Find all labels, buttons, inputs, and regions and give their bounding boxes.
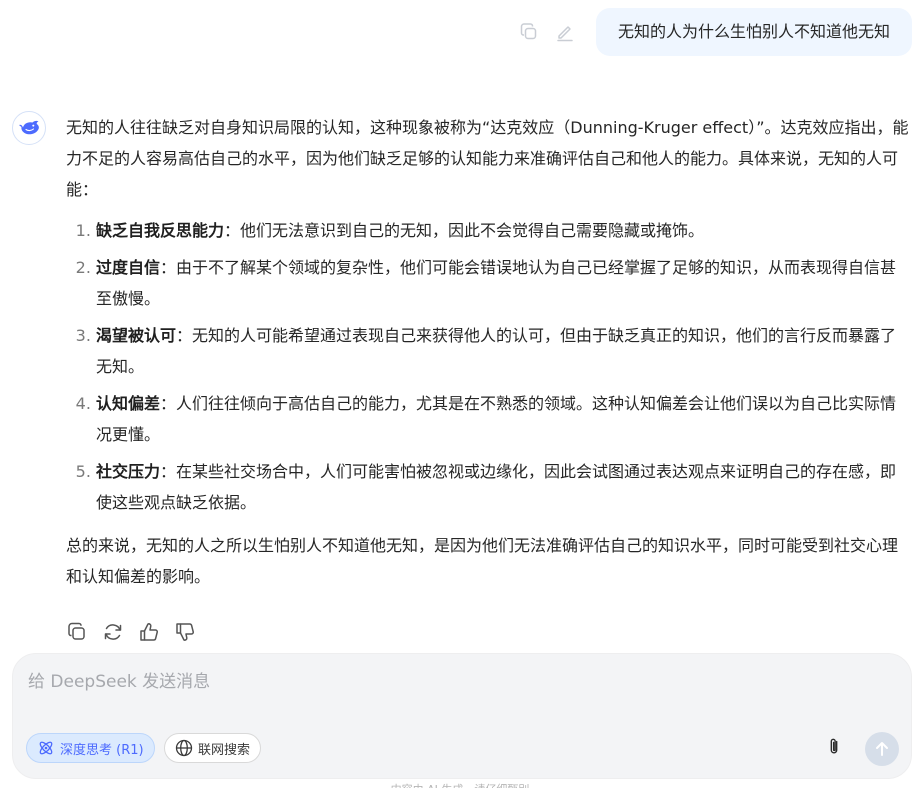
attach-file-button[interactable]: [823, 736, 845, 758]
answer-conclusion: 总的来说，无知的人之所以生怕别人不知道他无知，是因为他们无法准确评估自己的知识水…: [66, 536, 899, 586]
copy-icon: [520, 23, 537, 40]
list-item: 认知偏差：人们往往倾向于高估自己的能力，尤其是在不熟悉的领域。这种认知偏差会让他…: [96, 388, 912, 450]
list-item: 渴望被认可：无知的人可能希望通过表现自己来获得他人的认可，但由于缺乏真正的知识，…: [96, 320, 912, 382]
list-item: 过度自信：由于不了解某个领域的复杂性，他们可能会错误地认为自己已经掌握了足够的知…: [96, 252, 912, 314]
answer-actions: [66, 621, 196, 643]
paperclip-icon: [830, 738, 838, 754]
user-message-bubble: 无知的人为什么生怕别人不知道他无知: [595, 8, 912, 56]
like-button[interactable]: [138, 621, 160, 643]
thumbs-up-icon: [140, 623, 158, 641]
list-item: 社交压力：在某些社交场合中，人们可能害怕被忽视或边缘化，因此会试图通过表达观点来…: [96, 456, 912, 518]
message-input[interactable]: 给 DeepSeek 发送消息: [28, 667, 210, 692]
list-item-title: 渴望被认可: [96, 326, 177, 345]
thumbs-down-icon: [176, 623, 194, 641]
dislike-button[interactable]: [174, 621, 196, 643]
regenerate-button[interactable]: [102, 621, 124, 643]
user-message-row: 无知的人为什么生怕别人不知道他无知: [518, 8, 912, 56]
ai-disclaimer: 内容由 AI 生成，请仔细甄别: [0, 781, 920, 788]
user-message-tools: [518, 21, 576, 43]
globe-icon: [175, 739, 193, 757]
assistant-answer: 无知的人往往缺乏对自身知识局限的认知，这种现象被称为“达克效应（Dunning-…: [66, 112, 912, 592]
answer-intro: 无知的人往往缺乏对自身知识局限的认知，这种现象被称为“达克效应（Dunning-…: [66, 118, 909, 199]
copy-icon: [68, 622, 85, 640]
message-composer: 给 DeepSeek 发送消息 深度思考 (R1) 联网搜索: [12, 653, 912, 779]
regenerate-icon: [104, 624, 122, 640]
edit-icon: [557, 26, 573, 42]
list-item-text: ：人们往往倾向于高估自己的能力，尤其是在不熟悉的领域。这种认知偏差会让他们误以为…: [96, 394, 897, 444]
list-item: 缺乏自我反思能力：他们无法意识到自己的无知，因此不会觉得自己需要隐藏或掩饰。: [96, 215, 912, 246]
deep-think-label: 深度思考 (R1): [60, 742, 144, 758]
list-item-title: 过度自信: [96, 258, 161, 277]
edit-user-message-button[interactable]: [554, 21, 576, 43]
answer-list: 缺乏自我反思能力：他们无法意识到自己的无知，因此不会觉得自己需要隐藏或掩饰。 过…: [66, 215, 912, 518]
list-item-text: ：由于不了解某个领域的复杂性，他们可能会错误地认为自己已经掌握了足够的知识，从而…: [96, 258, 897, 308]
list-item-text: ：他们无法意识到自己的无知，因此不会觉得自己需要隐藏或掩饰。: [224, 221, 705, 240]
atom-icon: [39, 741, 53, 755]
copy-user-message-button[interactable]: [518, 21, 540, 43]
list-item-text: ：在某些社交场合中，人们可能害怕被忽视或边缘化，因此会试图通过表达观点来证明自己…: [96, 462, 897, 512]
list-item-text: ：无知的人可能希望通过表现自己来获得他人的认可，但由于缺乏真正的知识，他们的言行…: [96, 326, 897, 376]
deep-think-toggle[interactable]: 深度思考 (R1): [26, 733, 155, 763]
web-search-label: 联网搜索: [198, 742, 251, 758]
copy-answer-button[interactable]: [66, 621, 88, 643]
deepseek-whale-logo: [19, 120, 39, 135]
send-button[interactable]: [865, 732, 899, 766]
web-search-toggle[interactable]: 联网搜索: [164, 733, 262, 763]
list-item-title: 认知偏差: [96, 394, 161, 413]
list-item-title: 缺乏自我反思能力: [96, 221, 225, 240]
list-item-title: 社交压力: [96, 462, 161, 481]
arrow-up-icon: [876, 742, 888, 756]
assistant-avatar: [12, 111, 46, 145]
